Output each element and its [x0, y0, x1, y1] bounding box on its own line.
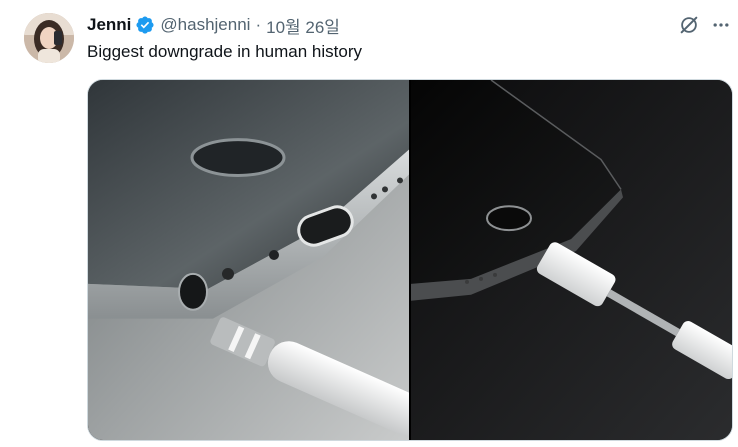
grok-button[interactable]: [676, 13, 702, 37]
author-name[interactable]: Jenni: [87, 15, 131, 35]
separator-dot: ·: [255, 15, 262, 34]
photo-headphone-jack[interactable]: [88, 80, 409, 440]
more-icon: [713, 23, 729, 27]
tweet-header: Jenni @hashjenni · 10월 26일: [87, 13, 340, 38]
author-handle[interactable]: @hashjenni: [160, 15, 250, 35]
avatar-image: [24, 13, 74, 63]
tweet-text: Biggest downgrade in human history: [87, 42, 362, 61]
tweet-date[interactable]: 10월 26일: [266, 13, 340, 38]
more-button[interactable]: [708, 13, 734, 37]
avatar[interactable]: [24, 13, 74, 63]
grok-icon: [680, 16, 698, 34]
tweet-media[interactable]: [87, 79, 733, 441]
verified-badge-icon: [135, 15, 155, 35]
photo-lightning-adapter[interactable]: [411, 80, 732, 440]
